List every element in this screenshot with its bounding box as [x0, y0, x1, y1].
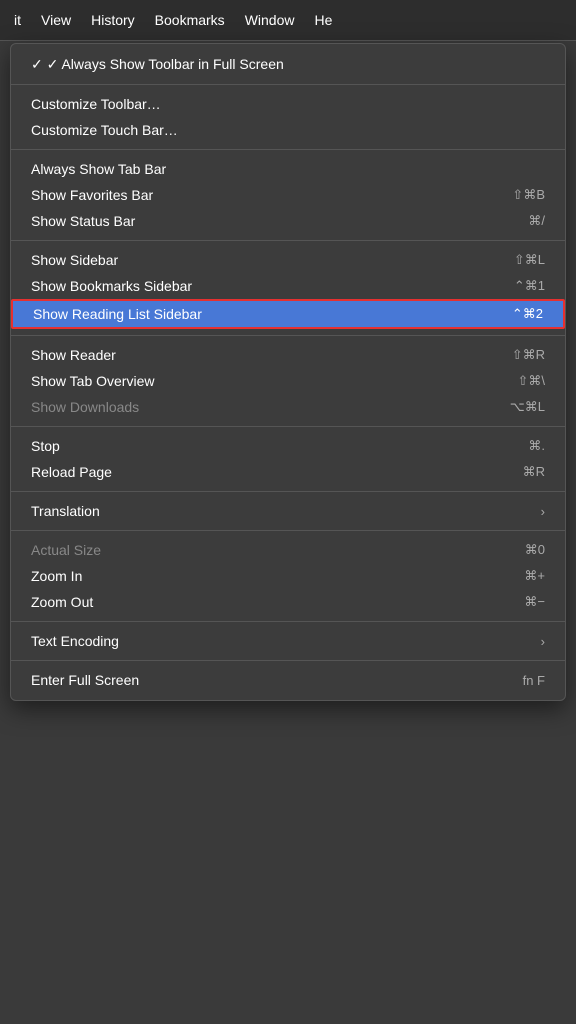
menu-item-enter-full-screen[interactable]: Enter Full Screen fn F — [11, 667, 565, 693]
menu-item-customize-toolbar[interactable]: Customize Toolbar… — [11, 91, 565, 117]
menu-divider-7 — [11, 530, 565, 531]
menu-item-show-bookmarks-sidebar[interactable]: Show Bookmarks Sidebar ⌃⌘1 — [11, 273, 565, 299]
menu-item-label-zoom-out: Zoom Out — [31, 594, 504, 610]
menu-item-shortcut-show-reader: ⇧⌘R — [512, 347, 545, 363]
menu-item-shortcut-show-downloads: ⌥⌘L — [510, 399, 545, 415]
menu-item-shortcut-enter-full-screen: fn F — [523, 673, 545, 688]
menu-item-arrow-text-encoding: › — [541, 634, 545, 649]
menu-item-label-show-sidebar: Show Sidebar — [31, 252, 494, 268]
menu-section-8: Text Encoding › — [11, 626, 565, 656]
menu-item-show-reading-list-sidebar[interactable]: Show Reading List Sidebar ⌃⌘2 — [11, 299, 565, 329]
menu-item-shortcut-show-sidebar: ⇧⌘L — [514, 252, 545, 268]
menubar-item-bookmarks[interactable]: Bookmarks — [145, 8, 235, 32]
menu-item-label-show-tab-overview: Show Tab Overview — [31, 373, 497, 389]
menu-item-translation[interactable]: Translation › — [11, 498, 565, 524]
menu-section-4: Show Reader ⇧⌘R Show Tab Overview ⇧⌘\ Show D… — [11, 340, 565, 422]
menu-item-shortcut-stop: ⌘. — [528, 438, 545, 454]
menu-item-label-text-encoding: Text Encoding — [31, 633, 531, 649]
menu-section-1: Customize Toolbar… Customize Touch Bar… — [11, 89, 565, 145]
menu-bar: it View History Bookmarks Window He — [0, 0, 576, 41]
menu-item-label-enter-full-screen: Enter Full Screen — [31, 672, 503, 688]
menu-item-label-actual-size: Actual Size — [31, 542, 505, 558]
menu-divider-6 — [11, 491, 565, 492]
menubar-item-it[interactable]: it — [4, 8, 31, 32]
menu-item-label-show-status-bar: Show Status Bar — [31, 213, 508, 229]
menu-item-label-customize-toolbar: Customize Toolbar… — [31, 96, 545, 112]
view-menu-dropdown: ✓ Always Show Toolbar in Full Screen Cust… — [10, 43, 566, 701]
menu-section-5: Stop ⌘. Reload Page ⌘R — [11, 431, 565, 487]
menu-item-show-downloads[interactable]: Show Downloads ⌥⌘L — [11, 394, 565, 420]
menu-section-9: Enter Full Screen fn F — [11, 665, 565, 695]
menu-item-label-zoom-in: Zoom In — [31, 568, 504, 584]
menu-item-customize-touch-bar[interactable]: Customize Touch Bar… — [11, 117, 565, 143]
menu-item-shortcut-zoom-out: ⌘− — [524, 594, 545, 610]
menu-item-shortcut-show-status-bar: ⌘/ — [528, 213, 545, 229]
menu-section-6: Translation › — [11, 496, 565, 526]
menu-item-label-customize-touch-bar: Customize Touch Bar… — [31, 122, 545, 138]
menu-divider-3 — [11, 240, 565, 241]
menu-item-stop[interactable]: Stop ⌘. — [11, 433, 565, 459]
menu-item-reload-page[interactable]: Reload Page ⌘R — [11, 459, 565, 485]
menu-item-shortcut-zoom-in: ⌘+ — [524, 568, 545, 584]
menu-item-always-show-tab-bar[interactable]: Always Show Tab Bar — [11, 156, 565, 182]
menu-divider-1 — [11, 84, 565, 85]
menu-item-label-show-favorites-bar: Show Favorites Bar — [31, 187, 492, 203]
menu-item-label-translation: Translation — [31, 503, 531, 519]
menu-item-show-tab-overview[interactable]: Show Tab Overview ⇧⌘\ — [11, 368, 565, 394]
menu-divider-8 — [11, 621, 565, 622]
menu-item-label-always-show-toolbar: ✓ Always Show Toolbar in Full Screen — [31, 56, 545, 73]
menu-item-label-reload-page: Reload Page — [31, 464, 503, 480]
menu-item-label-stop: Stop — [31, 438, 508, 454]
menu-item-text-encoding[interactable]: Text Encoding › — [11, 628, 565, 654]
menu-item-shortcut-actual-size: ⌘0 — [525, 542, 545, 558]
menu-divider-9 — [11, 660, 565, 661]
menu-item-label-show-bookmarks-sidebar: Show Bookmarks Sidebar — [31, 278, 494, 294]
menu-item-shortcut-show-favorites-bar: ⇧⌘B — [512, 187, 545, 203]
menu-item-label-show-reader: Show Reader — [31, 347, 492, 363]
menu-item-shortcut-reload-page: ⌘R — [523, 464, 545, 480]
menubar-item-window[interactable]: Window — [235, 8, 305, 32]
menu-item-show-favorites-bar[interactable]: Show Favorites Bar ⇧⌘B — [11, 182, 565, 208]
menu-section-3: Show Sidebar ⇧⌘L Show Bookmarks Sidebar ⌃⌘1… — [11, 245, 565, 331]
menu-divider-4 — [11, 335, 565, 336]
menu-item-show-reader[interactable]: Show Reader ⇧⌘R — [11, 342, 565, 368]
menu-item-zoom-out[interactable]: Zoom Out ⌘− — [11, 589, 565, 615]
menu-item-shortcut-show-bookmarks-sidebar: ⌃⌘1 — [514, 278, 545, 294]
menubar-item-he[interactable]: He — [304, 8, 342, 32]
menu-divider-2 — [11, 149, 565, 150]
menu-item-show-sidebar[interactable]: Show Sidebar ⇧⌘L — [11, 247, 565, 273]
menu-item-actual-size[interactable]: Actual Size ⌘0 — [11, 537, 565, 563]
menu-item-label-show-downloads: Show Downloads — [31, 399, 490, 415]
menu-section-0: ✓ Always Show Toolbar in Full Screen — [11, 49, 565, 80]
menu-item-shortcut-show-tab-overview: ⇧⌘\ — [517, 373, 545, 389]
menu-item-label-show-reading-list-sidebar: Show Reading List Sidebar — [33, 306, 492, 322]
menu-section-2: Always Show Tab Bar Show Favorites Bar ⇧⌘B… — [11, 154, 565, 236]
menu-section-7: Actual Size ⌘0 Zoom In ⌘+ Zoom Out ⌘− — [11, 535, 565, 617]
menubar-item-view[interactable]: View — [31, 8, 81, 32]
menu-item-arrow-translation: › — [541, 504, 545, 519]
menubar-item-history[interactable]: History — [81, 8, 145, 32]
menu-item-zoom-in[interactable]: Zoom In ⌘+ — [11, 563, 565, 589]
menu-item-label-always-show-tab-bar: Always Show Tab Bar — [31, 161, 545, 177]
menu-item-show-status-bar[interactable]: Show Status Bar ⌘/ — [11, 208, 565, 234]
menu-item-shortcut-show-reading-list-sidebar: ⌃⌘2 — [512, 306, 543, 322]
menu-item-always-show-toolbar[interactable]: ✓ Always Show Toolbar in Full Screen — [11, 51, 565, 78]
menu-divider-5 — [11, 426, 565, 427]
